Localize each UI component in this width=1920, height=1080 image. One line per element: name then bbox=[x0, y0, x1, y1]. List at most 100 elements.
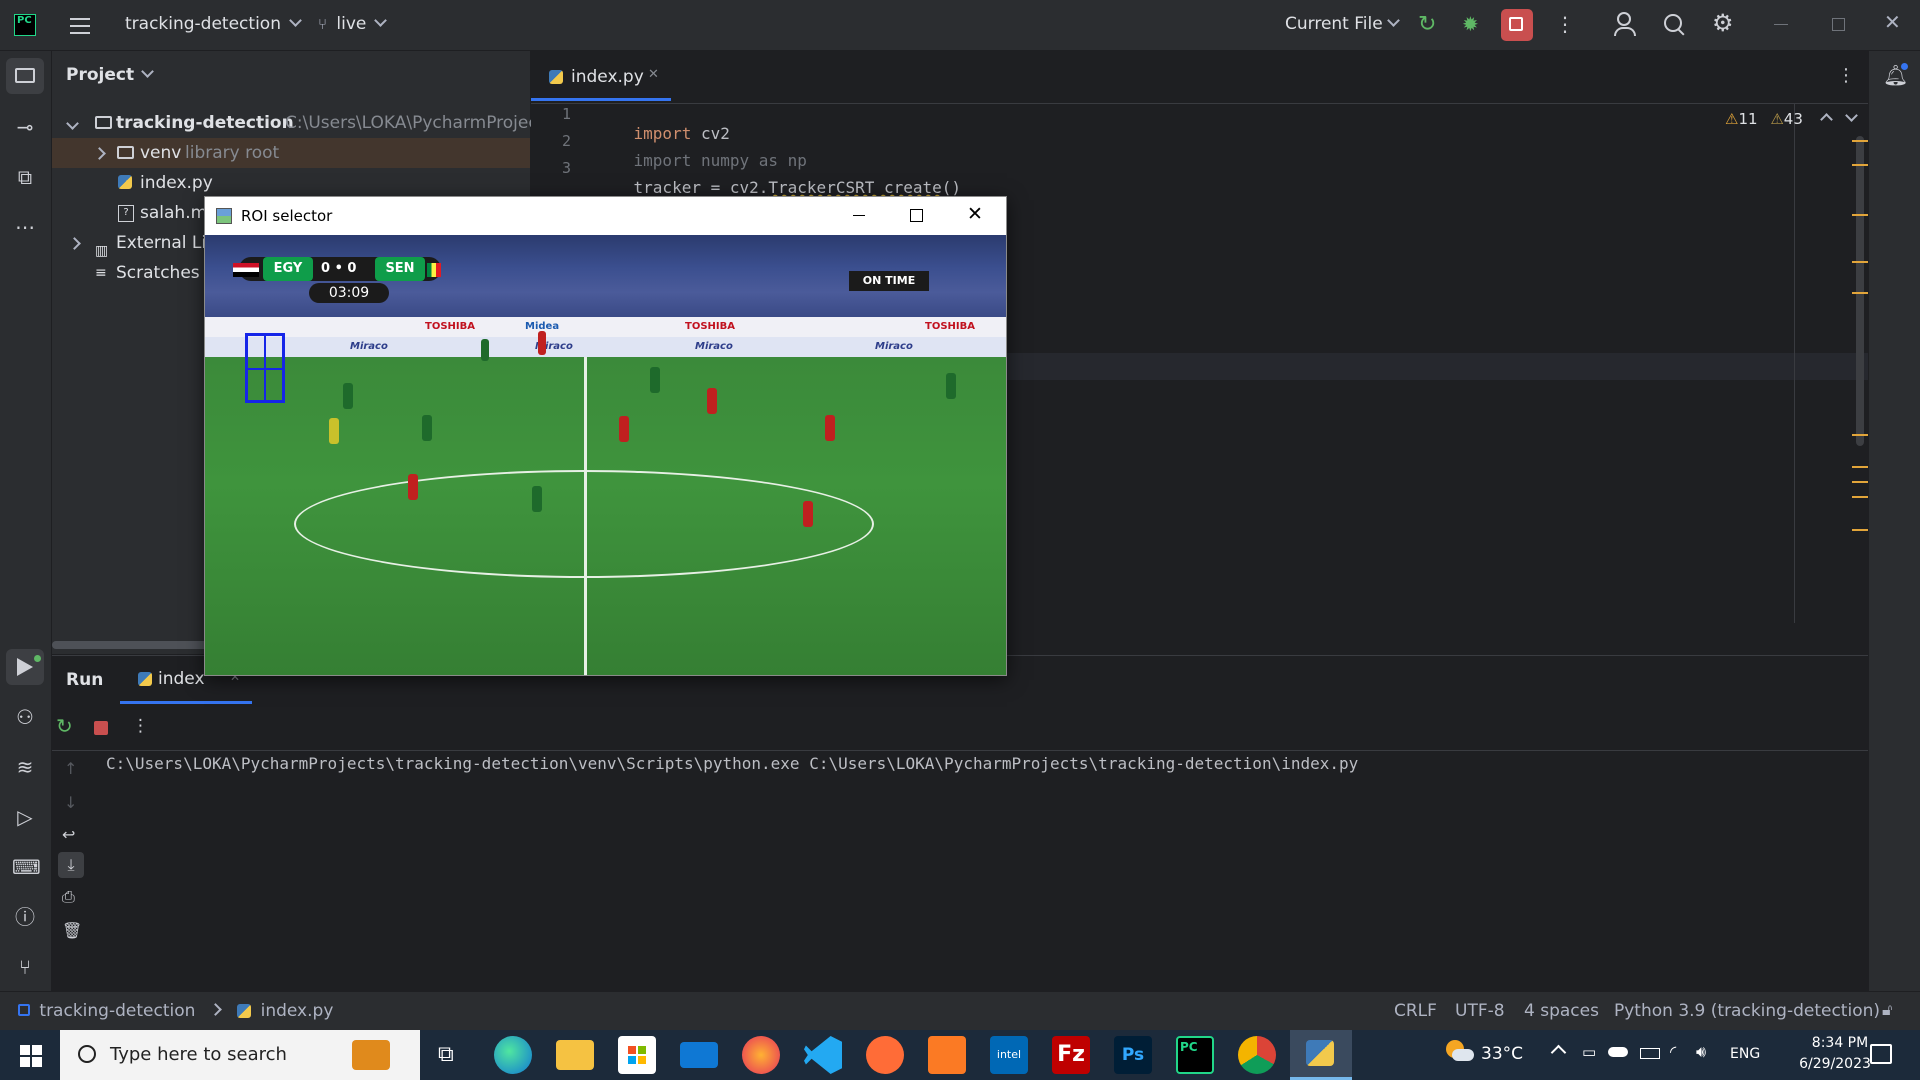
close-window-icon[interactable]: ✕ bbox=[1884, 10, 1901, 34]
chrome-icon[interactable] bbox=[1238, 1036, 1276, 1074]
minimize-window-icon[interactable] bbox=[1774, 24, 1788, 25]
roi-selection-box[interactable] bbox=[245, 333, 285, 403]
run-more-icon[interactable]: ⋮ bbox=[132, 716, 149, 736]
python-interpreter[interactable]: Python 3.9 (tracking-detection) bbox=[1614, 1001, 1880, 1021]
services-icon[interactable]: ▷ bbox=[12, 804, 38, 830]
line-separator[interactable]: CRLF bbox=[1394, 1001, 1437, 1021]
terminal-icon[interactable]: ⌨ bbox=[12, 854, 41, 880]
project-tool-button[interactable] bbox=[6, 58, 44, 94]
structure-icon[interactable]: ⧉ bbox=[12, 164, 38, 190]
error-stripe bbox=[1852, 140, 1868, 540]
meet-now-icon[interactable]: ▭ bbox=[1582, 1043, 1596, 1061]
python-console-icon[interactable]: ⚇ bbox=[12, 704, 38, 730]
run-config-selector[interactable]: Current File bbox=[1285, 14, 1400, 34]
clock-time[interactable]: 8:34 PM bbox=[1800, 1035, 1880, 1051]
settings-gear-icon[interactable]: ⚙ bbox=[1712, 9, 1734, 37]
action-center-icon[interactable] bbox=[1870, 1044, 1892, 1064]
edge-icon[interactable] bbox=[494, 1036, 532, 1074]
warning-marker bbox=[1852, 496, 1868, 498]
warning-marker bbox=[1852, 466, 1868, 468]
main-menu-icon[interactable] bbox=[70, 16, 90, 34]
pycharm-logo-icon[interactable]: PC bbox=[14, 14, 36, 36]
volume-icon[interactable]: 🔊︎ bbox=[1696, 1042, 1706, 1062]
score: 0 • 0 bbox=[321, 261, 357, 276]
vscode-icon[interactable] bbox=[804, 1036, 842, 1074]
folder-icon bbox=[117, 146, 134, 159]
chevron-down-icon[interactable] bbox=[1845, 109, 1859, 122]
soft-wrap-icon[interactable]: ↩ bbox=[62, 825, 75, 844]
wifi-icon[interactable]: ◜ bbox=[1670, 1042, 1676, 1061]
restore-window-icon[interactable] bbox=[1832, 18, 1845, 31]
microsoft-store-icon[interactable] bbox=[618, 1036, 656, 1074]
photoshop-icon[interactable]: Ps bbox=[1114, 1036, 1152, 1074]
status-bar: tracking-detection index.py CRLF UTF-8 4… bbox=[0, 991, 1920, 1031]
roi-minimize-icon[interactable] bbox=[853, 215, 865, 216]
stop-button[interactable] bbox=[1501, 9, 1533, 41]
more-tools-icon[interactable]: ⋯ bbox=[12, 214, 38, 240]
root-folder-name: tracking-detection bbox=[116, 113, 294, 133]
rerun-icon[interactable]: ↻ bbox=[56, 714, 73, 738]
postman-icon[interactable] bbox=[866, 1036, 904, 1074]
chevron-up-icon[interactable] bbox=[1819, 113, 1833, 126]
trash-icon[interactable]: 🗑︎ bbox=[62, 921, 82, 940]
mail-icon[interactable] bbox=[680, 1042, 718, 1068]
firefox-icon[interactable] bbox=[742, 1036, 780, 1074]
file-explorer-icon[interactable] bbox=[556, 1040, 594, 1070]
close-tab-icon[interactable]: ✕ bbox=[648, 67, 659, 82]
windows-start-icon[interactable] bbox=[20, 1045, 42, 1067]
battery-icon[interactable] bbox=[1640, 1048, 1660, 1059]
filezilla-icon[interactable]: Fz bbox=[1052, 1036, 1090, 1074]
search-icon[interactable] bbox=[1664, 14, 1686, 36]
inspection-widget[interactable]: ⚠11 ⚠43 bbox=[1725, 109, 1859, 128]
xampp-icon[interactable] bbox=[928, 1036, 966, 1074]
project-panel-header[interactable]: Project bbox=[66, 65, 154, 85]
stop-run-icon[interactable] bbox=[94, 721, 108, 735]
python-packages-icon[interactable]: ≋ bbox=[12, 754, 38, 780]
pycharm-taskbar-icon[interactable]: PC bbox=[1176, 1036, 1214, 1074]
problems-icon[interactable]: ⓘ bbox=[12, 904, 38, 930]
roi-window-title-bar[interactable]: ROI selector ✕ bbox=[205, 197, 1006, 235]
input-language[interactable]: ENG bbox=[1730, 1046, 1760, 1062]
video-frame[interactable]: TOSHIBA Midea TOSHIBA TOSHIBA Miraco Mir… bbox=[205, 235, 1006, 675]
lock-icon[interactable]: 🔓︎ bbox=[1882, 1000, 1892, 1020]
weather-icon[interactable] bbox=[1444, 1040, 1474, 1066]
onedrive-icon[interactable] bbox=[1608, 1047, 1628, 1057]
horizontal-scrollbar[interactable] bbox=[52, 641, 217, 649]
tab-index-py[interactable]: index.py ✕ bbox=[531, 51, 671, 101]
commit-icon[interactable]: ⊸ bbox=[12, 114, 38, 140]
python-app-taskbar-button[interactable] bbox=[1290, 1030, 1352, 1080]
scroll-to-end-icon[interactable]: ⤓ bbox=[58, 852, 84, 878]
rerun-icon[interactable]: ↻ bbox=[1418, 12, 1436, 37]
tray-overflow-icon[interactable] bbox=[1550, 1044, 1567, 1061]
editor-more-icon[interactable]: ⋮ bbox=[1837, 65, 1855, 86]
console-output-line[interactable]: C:\Users\LOKA\PycharmProjects\tracking-d… bbox=[106, 754, 1358, 773]
player-red bbox=[803, 501, 813, 527]
weather-temperature[interactable]: 33°C bbox=[1481, 1044, 1523, 1064]
taskbar-search-box[interactable]: Type here to search bbox=[60, 1030, 420, 1080]
search-placeholder: Type here to search bbox=[110, 1044, 287, 1065]
branch-switcher[interactable]: ⑂ live bbox=[318, 14, 388, 34]
file-encoding[interactable]: UTF-8 bbox=[1455, 1001, 1505, 1021]
ad-text: TOSHIBA bbox=[685, 321, 735, 332]
task-view-icon[interactable]: ⧉ bbox=[438, 1042, 454, 1067]
function-name: TrackerCSRT_create bbox=[768, 178, 942, 197]
tree-row-root[interactable]: tracking-detection C:\Users\LOKA\Pycharm… bbox=[52, 108, 553, 138]
breadcrumb-project[interactable]: tracking-detection bbox=[39, 1001, 195, 1021]
roi-close-icon[interactable]: ✕ bbox=[967, 203, 983, 225]
project-switcher[interactable]: tracking-detection bbox=[125, 14, 302, 34]
breadcrumb-file[interactable]: index.py bbox=[261, 1001, 334, 1021]
roi-maximize-icon[interactable] bbox=[910, 209, 923, 222]
indent-setting[interactable]: 4 spaces bbox=[1524, 1001, 1599, 1021]
debug-icon[interactable]: ✹ bbox=[1462, 12, 1479, 36]
run-tool-button[interactable] bbox=[6, 649, 44, 685]
tree-row-venv[interactable]: venv library root bbox=[52, 138, 530, 168]
clock-date[interactable]: 6/29/2023 bbox=[1790, 1056, 1880, 1072]
code-with-me-icon[interactable] bbox=[1614, 12, 1636, 36]
print-icon[interactable]: ⎙ bbox=[62, 887, 75, 907]
more-actions-icon[interactable]: ⋮ bbox=[1555, 12, 1575, 36]
scroll-down-icon[interactable]: ↓ bbox=[64, 793, 77, 812]
roi-selector-window[interactable]: ROI selector ✕ TOSHIBA Midea TOSHIBA TOS… bbox=[204, 196, 1007, 676]
git-icon[interactable]: ⑂ bbox=[12, 954, 38, 980]
intel-icon[interactable]: intel bbox=[990, 1036, 1028, 1074]
scroll-up-icon[interactable]: ↑ bbox=[64, 759, 77, 778]
